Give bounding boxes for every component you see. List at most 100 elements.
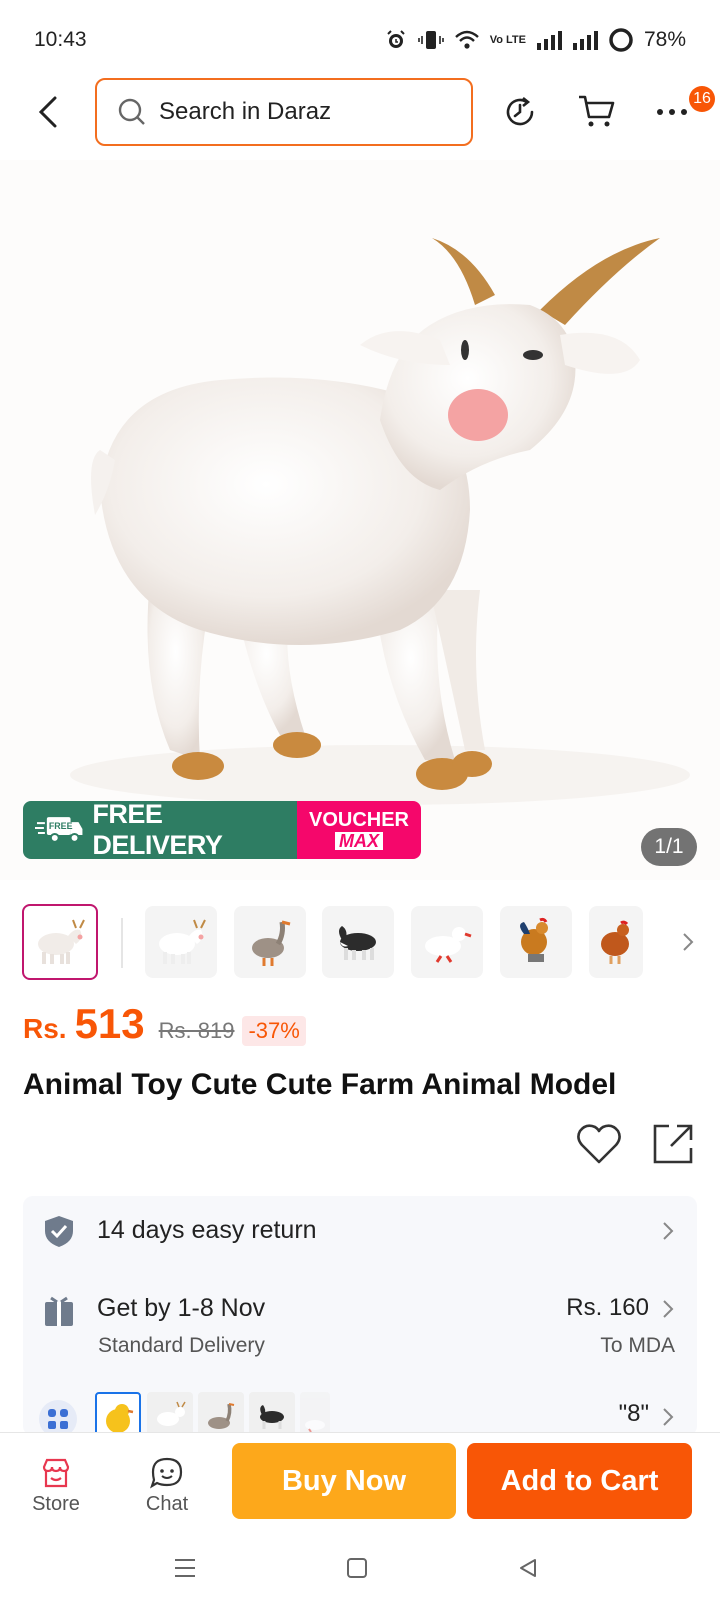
delivery-location: To MDA — [600, 1334, 675, 1357]
discount-badge: -37% — [242, 1016, 306, 1046]
share-button[interactable] — [651, 1122, 695, 1166]
cart-icon — [579, 95, 615, 127]
back-arrow-icon — [38, 96, 57, 128]
goat-thumb-icon — [159, 919, 206, 964]
share-icon — [653, 1124, 693, 1164]
variant-dog[interactable] — [249, 1392, 295, 1436]
refresh-clock-icon — [506, 96, 534, 126]
product-title: Animal Toy Cute Cute Farm Animal Model — [23, 1068, 617, 1101]
recent-apps-button[interactable] — [169, 1552, 201, 1584]
thumbnail-goat-selected[interactable] — [22, 904, 98, 980]
price-currency: Rs. — [23, 1013, 67, 1044]
thumbnail-next-button[interactable] — [676, 926, 700, 958]
chevron-right-icon — [663, 1408, 674, 1426]
more-button[interactable] — [650, 90, 694, 134]
chevron-right-icon — [683, 933, 694, 951]
duck-thumb-icon — [425, 927, 472, 963]
gift-box-icon — [43, 1294, 75, 1328]
battery-icon — [608, 27, 634, 53]
thumbnail-duck[interactable] — [411, 906, 483, 978]
returns-row[interactable]: 14 days easy return — [23, 1196, 697, 1266]
vibrate-icon — [417, 28, 444, 52]
history-button[interactable] — [498, 90, 542, 134]
more-badge: 16 — [689, 86, 715, 112]
store-icon — [42, 1458, 70, 1488]
cart-button[interactable] — [575, 90, 619, 134]
thumbnail-divider — [121, 918, 123, 968]
chat-icon — [150, 1457, 183, 1489]
variant-row[interactable]: "8" — [23, 1392, 697, 1436]
voucher-text: VOUCHER — [308, 809, 409, 831]
free-delivery-section: FREE FREE DELIVERY — [23, 801, 297, 859]
wifi-icon — [454, 29, 480, 51]
returns-label: 14 days easy return — [97, 1216, 317, 1244]
home-button[interactable] — [341, 1552, 373, 1584]
variant-selected-label: "8" — [618, 1400, 649, 1427]
search-input[interactable]: Search in Daraz — [95, 78, 473, 146]
delivery-truck-icon: FREE — [35, 817, 83, 843]
rooster-thumb-icon — [520, 917, 548, 962]
goat-icon — [157, 1401, 186, 1426]
thumbnail-rooster[interactable] — [500, 906, 572, 978]
service-info-card: 14 days easy return Get by 1-8 Nov Stand… — [23, 1196, 697, 1436]
thumbnail-goat[interactable] — [145, 906, 217, 978]
status-time: 10:43 — [34, 28, 87, 51]
heart-icon — [577, 1124, 621, 1164]
status-bar: 10:43 Vo LTE 78% — [0, 0, 720, 80]
signal-icon — [536, 29, 562, 51]
delivery-fee: Rs. 160 — [566, 1294, 649, 1321]
back-nav-button[interactable] — [512, 1552, 544, 1584]
more-dots-icon — [657, 109, 687, 115]
top-nav: Search in Daraz — [0, 76, 720, 148]
search-placeholder: Search in Daraz — [159, 98, 332, 125]
dog-icon — [260, 1405, 284, 1429]
goat-thumb-icon — [38, 919, 85, 964]
buy-now-button[interactable]: Buy Now — [232, 1443, 456, 1519]
max-tag: MAX — [335, 832, 383, 850]
price-value: 513 — [74, 1000, 145, 1047]
free-tag: FREE — [49, 821, 73, 831]
add-to-cart-button[interactable]: Add to Cart — [467, 1443, 692, 1519]
home-square-icon — [347, 1558, 367, 1578]
chat-label: Chat — [145, 1493, 189, 1515]
search-icon — [118, 98, 145, 125]
back-triangle-icon — [520, 1559, 536, 1577]
status-icons: Vo LTE 78% — [384, 27, 686, 53]
chevron-right-icon — [663, 1222, 674, 1240]
voucher-max-section: VOUCHER MAX — [297, 801, 421, 859]
duck-icon — [305, 1420, 325, 1433]
hen-thumb-icon — [601, 920, 629, 964]
thumbnail-dog[interactable] — [322, 906, 394, 978]
store-label: Store — [32, 1493, 80, 1515]
variant-goose[interactable] — [198, 1392, 244, 1436]
chevron-right-icon — [663, 1300, 674, 1318]
system-navigation-bar — [0, 1532, 720, 1604]
delivery-row[interactable]: Get by 1-8 Nov Standard Delivery Rs. 160… — [23, 1266, 697, 1386]
wishlist-button[interactable] — [576, 1122, 622, 1166]
shield-check-icon — [43, 1214, 75, 1248]
goose-thumb-icon — [252, 920, 291, 966]
dog-thumb-icon — [339, 926, 376, 960]
variant-goat[interactable] — [147, 1392, 193, 1436]
delivery-date: Get by 1-8 Nov — [97, 1294, 266, 1322]
thumbnail-goose[interactable] — [234, 906, 306, 978]
variant-duck[interactable] — [300, 1392, 330, 1436]
variant-chick[interactable] — [95, 1392, 141, 1436]
back-button[interactable] — [28, 90, 68, 134]
product-image[interactable] — [0, 160, 720, 880]
goat-figurine-image — [70, 238, 690, 805]
free-delivery-text: FREE DELIVERY — [92, 801, 223, 859]
price-row: Rs. 513 Rs. 819 -37% — [23, 1000, 306, 1052]
battery-level: 78% — [643, 28, 686, 51]
menu-lines-icon — [175, 1559, 195, 1577]
original-price: Rs. 819 — [158, 1018, 235, 1043]
store-button[interactable]: Store — [16, 1457, 96, 1521]
bottom-action-bar: Store Chat Buy Now Add to Cart — [0, 1432, 720, 1532]
thumbnail-strip — [0, 904, 720, 980]
thumbnail-hen[interactable] — [589, 906, 643, 978]
signal-icon-2 — [572, 29, 598, 51]
free-delivery-banner[interactable]: FREE FREE DELIVERY VOUCHER MAX — [23, 801, 421, 859]
image-page-indicator: 1/1 — [641, 828, 697, 866]
goose-icon — [208, 1403, 235, 1429]
chat-button[interactable]: Chat — [127, 1457, 207, 1521]
